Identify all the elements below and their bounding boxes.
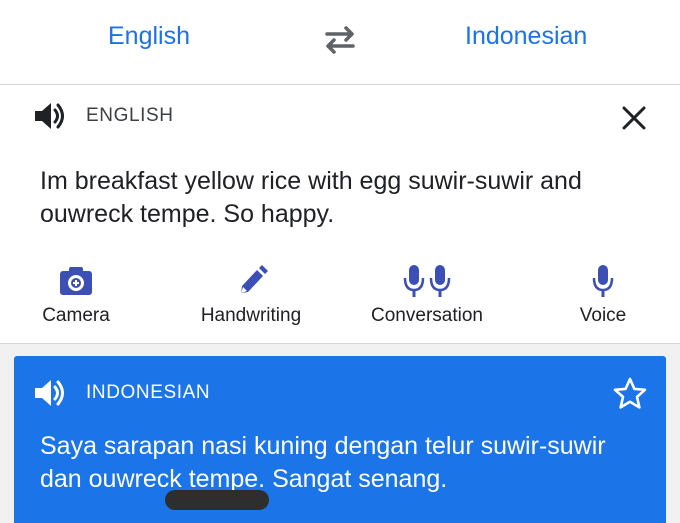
conversation-label: Conversation — [371, 305, 483, 326]
input-card: ENGLISH Im breakfast yellow rice with eg… — [0, 85, 680, 344]
camera-button[interactable]: Camera — [28, 263, 124, 327]
handwriting-button[interactable]: Handwriting — [186, 263, 316, 327]
close-icon[interactable] — [619, 103, 649, 133]
speaker-icon[interactable] — [32, 376, 66, 410]
source-language-label: ENGLISH — [86, 105, 174, 126]
double-microphone-icon — [403, 265, 451, 297]
swap-languages-icon[interactable] — [321, 24, 359, 56]
target-language-button[interactable]: Indonesian — [465, 22, 587, 51]
pen-icon — [241, 265, 268, 293]
star-outline-icon[interactable] — [612, 376, 648, 412]
source-language-button[interactable]: English — [108, 22, 190, 51]
conversation-button[interactable]: Conversation — [360, 263, 494, 327]
camera-label: Camera — [42, 305, 110, 326]
handwriting-label: Handwriting — [200, 305, 302, 326]
voice-button[interactable]: Voice — [566, 263, 640, 327]
translation-card[interactable]: INDONESIAN Saya sarapan nasi kuning deng… — [14, 356, 666, 523]
language-bar: English Indonesian — [0, 0, 680, 85]
target-language-label: INDONESIAN — [86, 382, 211, 403]
home-indicator[interactable] — [165, 490, 269, 510]
source-text[interactable]: Im breakfast yellow rice with egg suwir-… — [40, 165, 650, 231]
voice-label: Voice — [579, 305, 627, 326]
translated-text[interactable]: Saya sarapan nasi kuning dengan telur su… — [40, 430, 640, 496]
microphone-icon — [592, 265, 614, 297]
camera-icon — [60, 267, 92, 295]
speaker-icon[interactable] — [32, 99, 66, 133]
